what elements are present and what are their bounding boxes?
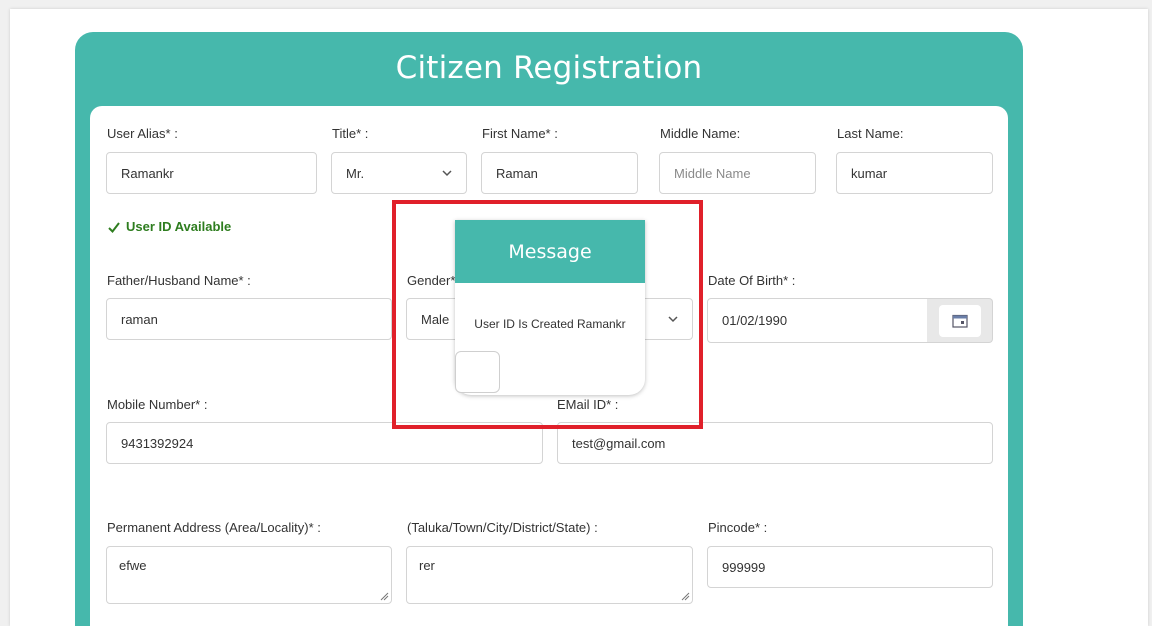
address-textarea[interactable]: efwe [106, 546, 392, 604]
chevron-down-icon [442, 170, 452, 177]
address-label: Permanent Address (Area/Locality)* : [107, 520, 321, 535]
city-label: (Taluka/Town/City/District/State) : [407, 520, 598, 535]
user-id-available-status: User ID Available [107, 219, 231, 234]
calendar-button[interactable] [927, 298, 993, 343]
pincode-label: Pincode* : [708, 520, 768, 535]
first-name-input[interactable]: Raman [481, 152, 638, 194]
calendar-button-face [939, 305, 981, 337]
dialog-ok-button[interactable] [455, 351, 500, 393]
first-name-label: First Name* : [482, 126, 558, 141]
resize-grip-icon[interactable] [680, 591, 690, 601]
father-name-label: Father/Husband Name* : [107, 273, 251, 288]
last-name-label: Last Name: [837, 126, 904, 141]
dob-label: Date Of Birth* : [708, 273, 796, 288]
dialog-title: Message [455, 220, 645, 283]
city-value: rer [419, 558, 435, 573]
user-alias-label: User Alias* : [107, 126, 178, 141]
user-id-available-text: User ID Available [126, 219, 232, 234]
title-label: Title* : [332, 126, 369, 141]
dob-input[interactable]: 01/02/1990 [707, 298, 929, 343]
user-alias-input[interactable]: Ramankr [106, 152, 317, 194]
middle-name-input[interactable]: Middle Name [659, 152, 816, 194]
father-name-input[interactable]: raman [106, 298, 392, 340]
middle-name-label: Middle Name: [660, 126, 741, 141]
address-value: efwe [119, 558, 147, 573]
city-textarea[interactable]: rer [406, 546, 693, 604]
last-name-input[interactable]: kumar [836, 152, 993, 194]
resize-grip-icon[interactable] [379, 591, 389, 601]
mobile-label: Mobile Number* : [107, 397, 208, 412]
dialog-message: User ID Is Created Ramankr [474, 317, 626, 331]
calendar-icon [952, 314, 968, 328]
checkmark-icon [108, 221, 120, 233]
message-dialog: Message User ID Is Created Ramankr [455, 220, 645, 395]
page-title: Citizen Registration [395, 50, 703, 86]
title-select-value: Mr. [346, 165, 365, 181]
pincode-input[interactable]: 999999 [707, 546, 993, 588]
title-select[interactable]: Mr. [331, 152, 467, 194]
